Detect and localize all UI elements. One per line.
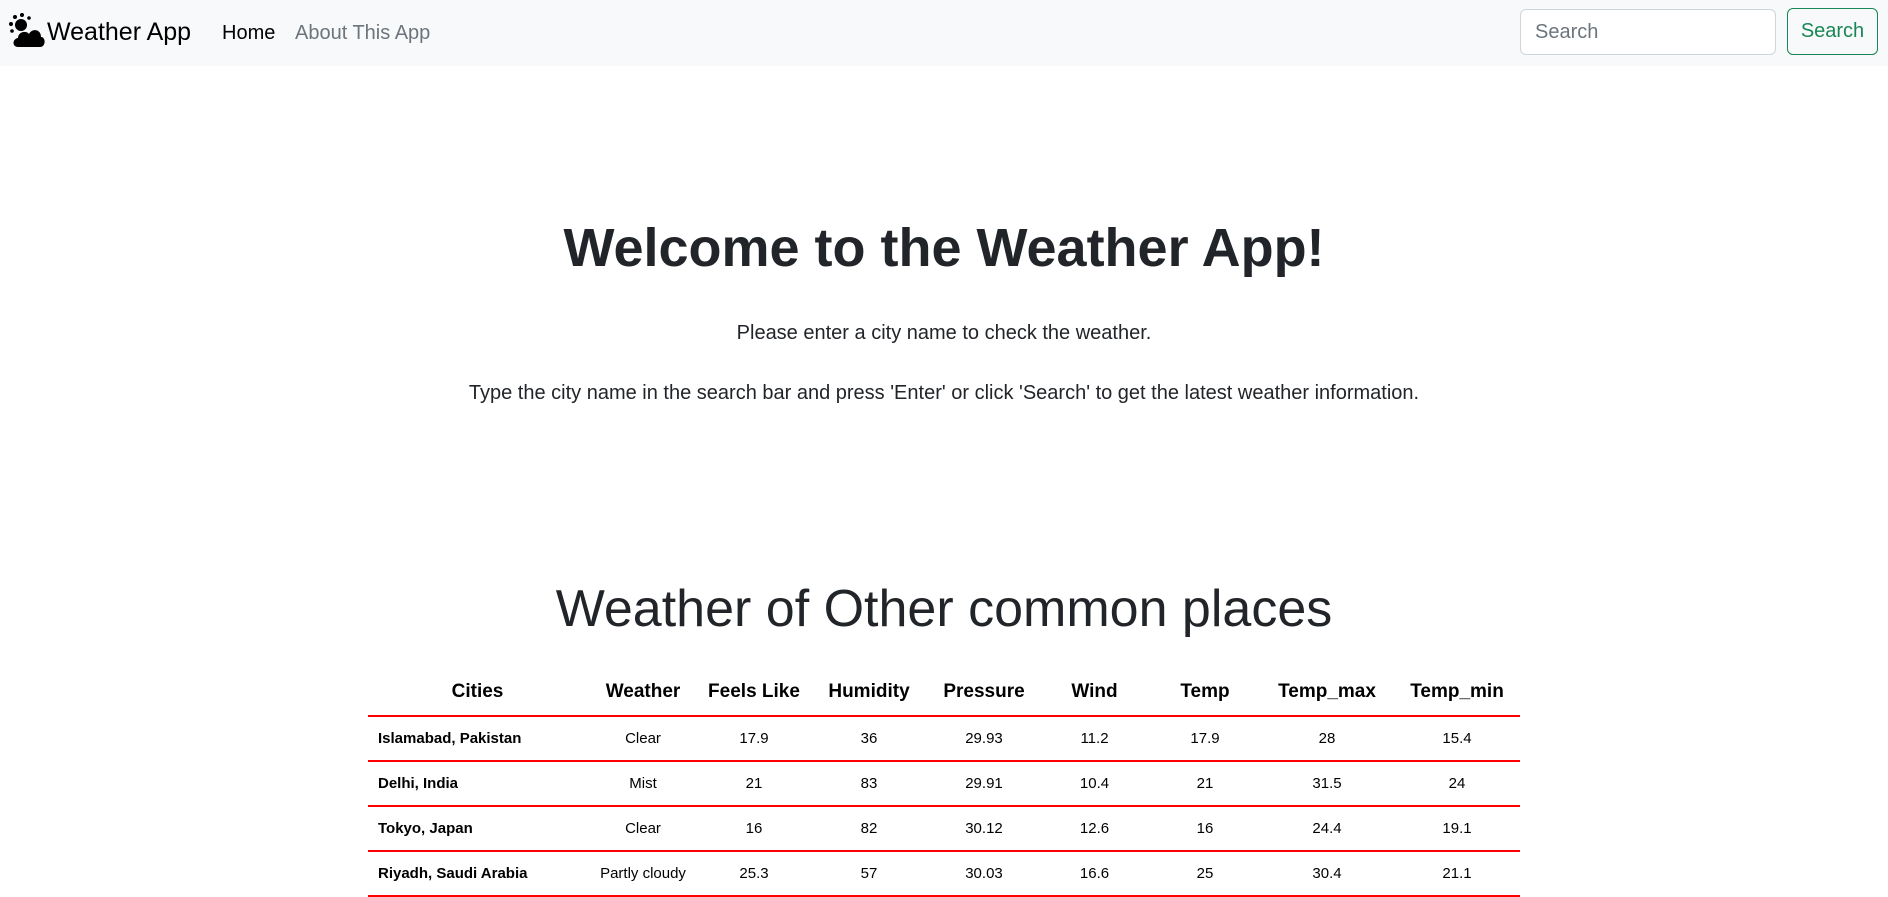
wind-cell: 11.2 [1039, 716, 1150, 762]
pressure-cell: 30.12 [929, 806, 1039, 852]
pressure-cell: 29.93 [929, 716, 1039, 762]
brand-link[interactable]: Weather App [9, 13, 191, 51]
humidity-cell: 83 [809, 761, 929, 807]
wind-cell: 10.4 [1039, 761, 1150, 807]
humidity-cell: 82 [809, 806, 929, 852]
weather-table: Cities Weather Feels Like Humidity Press… [368, 669, 1520, 897]
column-header-temp: Temp [1150, 669, 1260, 717]
table-row: Delhi, India Mist 21 83 29.91 10.4 21 31… [368, 761, 1520, 807]
weather-cell: Mist [587, 761, 699, 807]
city-cell: Islamabad, Pakistan [368, 716, 587, 762]
wind-cell: 16.6 [1039, 851, 1150, 897]
temp-cell: 25 [1150, 851, 1260, 897]
temp-min-cell: 24 [1394, 761, 1520, 807]
temp-min-cell: 19.1 [1394, 806, 1520, 852]
nav-link-home[interactable]: Home [222, 20, 275, 46]
feels-like-cell: 17.9 [699, 716, 809, 762]
feels-like-cell: 25.3 [699, 851, 809, 897]
city-cell: Riyadh, Saudi Arabia [368, 851, 587, 897]
temp-max-cell: 31.5 [1260, 761, 1394, 807]
humidity-cell: 36 [809, 716, 929, 762]
city-cell: Delhi, India [368, 761, 587, 807]
page-title: Welcome to the Weather App! [563, 218, 1325, 278]
column-header-temp-min: Temp_min [1394, 669, 1520, 717]
weather-cell: Clear [587, 806, 699, 852]
brand-text: Weather App [47, 18, 192, 46]
humidity-cell: 57 [809, 851, 929, 897]
temp-min-cell: 15.4 [1394, 716, 1520, 762]
pressure-cell: 30.03 [929, 851, 1039, 897]
column-header-wind: Wind [1039, 669, 1150, 717]
temp-cell: 21 [1150, 761, 1260, 807]
table-header-row: Cities Weather Feels Like Humidity Press… [368, 669, 1520, 717]
temp-max-cell: 28 [1260, 716, 1394, 762]
table-row: Tokyo, Japan Clear 16 82 30.12 12.6 16 2… [368, 806, 1520, 852]
column-header-pressure: Pressure [929, 669, 1039, 717]
search-button[interactable]: Search [1787, 8, 1878, 55]
feels-like-cell: 21 [699, 761, 809, 807]
navbar: Weather App Home About This App Search [0, 0, 1888, 66]
temp-max-cell: 24.4 [1260, 806, 1394, 852]
weather-cell: Partly cloudy [587, 851, 699, 897]
pressure-cell: 29.91 [929, 761, 1039, 807]
feels-like-cell: 16 [699, 806, 809, 852]
temp-cell: 17.9 [1150, 716, 1260, 762]
column-header-feels-like: Feels Like [699, 669, 809, 717]
city-cell: Tokyo, Japan [368, 806, 587, 852]
other-places-title: Weather of Other common places [555, 580, 1333, 638]
table-row: Riyadh, Saudi Arabia Partly cloudy 25.3 … [368, 851, 1520, 897]
column-header-temp-max: Temp_max [1260, 669, 1394, 717]
weather-cell: Clear [587, 716, 699, 762]
nav-link-about[interactable]: About This App [295, 20, 430, 46]
wind-cell: 12.6 [1039, 806, 1150, 852]
temp-min-cell: 21.1 [1394, 851, 1520, 897]
table-row: Islamabad, Pakistan Clear 17.9 36 29.93 … [368, 716, 1520, 762]
column-header-cities: Cities [368, 669, 587, 717]
column-header-humidity: Humidity [809, 669, 929, 717]
hero-help-text: Type the city name in the search bar and… [468, 382, 1420, 404]
hero-instruction: Please enter a city name to check the we… [736, 322, 1152, 344]
temp-max-cell: 30.4 [1260, 851, 1394, 897]
weather-sun-cloud-icon [9, 13, 47, 51]
column-header-weather: Weather [587, 669, 699, 717]
temp-cell: 16 [1150, 806, 1260, 852]
search-input[interactable] [1520, 9, 1776, 55]
